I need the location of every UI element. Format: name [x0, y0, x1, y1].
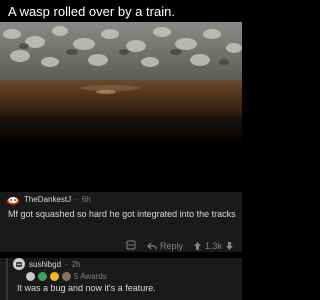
helpful-award-icon: [50, 271, 59, 281]
avatar[interactable]: [13, 258, 25, 270]
comment-body: Mf got squashed so hard he got integrate…: [8, 209, 236, 219]
comment-score: 1.3k: [204, 241, 222, 251]
wholesome-award-icon: [38, 271, 47, 281]
thread-line[interactable]: [6, 258, 8, 300]
comment-thedankestj: TheDankestJ · 6h Mf got squashed so hard…: [0, 192, 242, 252]
comment-author[interactable]: TheDankestJ: [24, 195, 71, 204]
silver-award-icon: [26, 271, 35, 281]
awards-count: 5 Awards: [74, 271, 107, 281]
vote-controls: 1.3k: [193, 241, 234, 251]
comment-age: 6h: [81, 194, 91, 204]
upvote-icon[interactable]: [193, 241, 202, 251]
comment-meta: sushibgd · 2h: [13, 258, 81, 270]
comment-actions: Reply 1.3k: [125, 240, 234, 252]
meta-separator: ·: [65, 259, 68, 269]
comment-meta: TheDankestJ · 6h: [6, 192, 91, 206]
comment-body: It was a bug and now it's a feature.: [17, 283, 156, 293]
more-options-icon[interactable]: [125, 239, 137, 253]
awards-row[interactable]: 5 Awards: [26, 270, 107, 282]
post-title: A wasp rolled over by a train.: [8, 4, 175, 19]
trophy-award-icon: [62, 271, 71, 281]
avatar[interactable]: [6, 192, 20, 206]
comment-author[interactable]: sushibgd: [29, 260, 61, 269]
reply-icon: [147, 242, 157, 250]
reply-button[interactable]: Reply: [147, 241, 183, 251]
post-image: [0, 22, 242, 146]
reply-label: Reply: [159, 241, 183, 251]
downvote-icon[interactable]: [225, 241, 234, 251]
meta-separator: ·: [75, 194, 78, 204]
comment-age: 2h: [71, 259, 81, 269]
comment-sushibgd: sushibgd · 2h 5 Awards It was a bug and …: [0, 258, 242, 300]
